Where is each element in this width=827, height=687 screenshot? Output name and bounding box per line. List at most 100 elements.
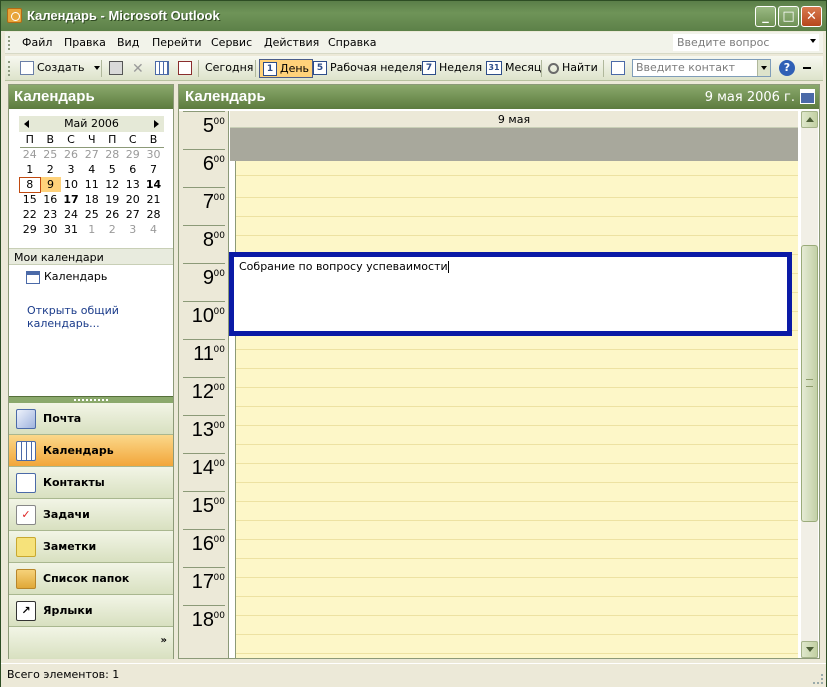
nav-button-shortcuts[interactable]: ↗ Ярлыки — [9, 595, 173, 627]
help-icon[interactable]: ? — [779, 60, 795, 76]
new-button[interactable]: Создать — [17, 59, 103, 78]
date-navigator-day[interactable]: 1 — [81, 222, 102, 237]
date-navigator-day[interactable]: 13 — [123, 177, 144, 192]
today-button[interactable]: Сегодня — [202, 59, 256, 78]
outlook-app-icon[interactable] — [7, 8, 22, 23]
date-navigator-day[interactable]: 27 — [123, 207, 144, 222]
find-button[interactable]: Найти — [545, 59, 601, 78]
menu-actions[interactable]: Действия — [264, 36, 319, 49]
date-navigator-day[interactable]: 25 — [81, 207, 102, 222]
date-navigator-day[interactable]: 3 — [61, 162, 82, 177]
nav-button-folder-list[interactable]: Список папок — [9, 563, 173, 595]
date-navigator-day[interactable]: 2 — [102, 222, 123, 237]
day-column[interactable]: 9 мая — [230, 111, 798, 658]
date-navigator-day[interactable]: 12 — [102, 177, 123, 192]
date-navigator-day[interactable]: 26 — [102, 207, 123, 222]
date-navigator-day[interactable]: 25 — [40, 147, 61, 162]
date-navigator-day[interactable]: 9 — [40, 177, 61, 192]
date-navigator-day[interactable]: 28 — [102, 147, 123, 162]
week-view-button[interactable]: 7 Неделя — [419, 59, 485, 78]
close-button[interactable]: ✕ — [801, 6, 822, 27]
calendar-folder-item[interactable]: Календарь — [26, 270, 107, 284]
date-navigator-day[interactable]: 30 — [40, 222, 61, 237]
date-navigator-day[interactable]: 17 — [61, 192, 82, 207]
date-navigator-day[interactable]: 16 — [40, 192, 61, 207]
minimize-button[interactable]: _ — [755, 6, 776, 27]
ask-dropdown-icon[interactable] — [810, 39, 816, 43]
menu-help[interactable]: Справка — [328, 36, 376, 49]
appointment-subject[interactable]: Собрание по вопросу успеваимости — [239, 260, 449, 273]
date-navigator-day[interactable]: 5 — [102, 162, 123, 177]
date-navigator-day[interactable]: 11 — [81, 177, 102, 192]
title-bar[interactable]: Календарь - Microsoft Outlook _ □ ✕ — [1, 1, 826, 31]
toolbar-options-icon[interactable] — [803, 67, 811, 69]
nav-button-contacts[interactable]: Контакты — [9, 467, 173, 499]
date-navigator-day[interactable]: 15 — [20, 192, 41, 207]
contact-dropdown-icon[interactable] — [757, 60, 770, 76]
date-navigator-day[interactable]: 7 — [143, 162, 164, 177]
menu-edit[interactable]: Правка — [64, 36, 106, 49]
date-navigator-day[interactable]: 21 — [143, 192, 164, 207]
my-calendars-header[interactable]: Мои календари — [9, 248, 173, 265]
date-navigator-day[interactable]: 4 — [81, 162, 102, 177]
find-contact-input[interactable]: Введите контакт — [632, 59, 771, 77]
previous-month-icon[interactable] — [24, 120, 29, 128]
date-navigator-day[interactable]: 30 — [143, 147, 164, 162]
date-navigator-day[interactable]: 3 — [123, 222, 144, 237]
date-navigator-day[interactable]: 14 — [143, 177, 164, 192]
date-navigator-day[interactable]: 22 — [20, 207, 41, 222]
print-button[interactable] — [106, 59, 129, 78]
date-navigator-day[interactable]: 24 — [20, 147, 41, 162]
appointment[interactable]: Собрание по вопросу успеваимости — [229, 252, 792, 336]
time-slots[interactable] — [236, 161, 798, 658]
maximize-button[interactable]: □ — [778, 6, 799, 27]
date-navigator-day[interactable]: 19 — [102, 192, 123, 207]
scroll-down-button[interactable] — [801, 641, 818, 658]
date-navigator-day[interactable]: 28 — [143, 207, 164, 222]
workweek-view-button[interactable]: 5 Рабочая неделя — [310, 59, 425, 78]
date-navigator-day[interactable]: 10 — [61, 177, 82, 192]
month-view-button[interactable]: 31 Месяц — [483, 59, 544, 78]
resize-grip-icon[interactable] — [813, 674, 823, 684]
menu-file[interactable]: Файл — [22, 36, 52, 49]
date-navigator-day[interactable]: 18 — [81, 192, 102, 207]
new-dropdown-icon[interactable] — [94, 66, 100, 70]
open-shared-calendar-link[interactable]: Открыть общий календарь... — [27, 304, 173, 330]
address-book-toolbar-button[interactable] — [608, 59, 631, 78]
date-navigator-day[interactable]: 4 — [143, 222, 164, 237]
ask-question-input[interactable]: Введите вопрос — [673, 34, 819, 51]
menu-view[interactable]: Вид — [117, 36, 139, 49]
toolbar-grip-icon[interactable] — [8, 61, 11, 76]
vertical-scrollbar[interactable] — [801, 111, 818, 658]
date-navigator-day[interactable]: 2 — [40, 162, 61, 177]
scroll-up-button[interactable] — [801, 111, 818, 128]
nav-button-calendar[interactable]: Календарь — [9, 435, 173, 467]
delete-button[interactable]: ✕ — [129, 59, 147, 78]
nav-pane-splitter[interactable] — [9, 396, 173, 403]
day-column-header[interactable]: 9 мая — [230, 111, 798, 128]
next-month-icon[interactable] — [154, 120, 159, 128]
address-book-button[interactable] — [175, 59, 198, 78]
menubar-grip-icon[interactable] — [8, 36, 11, 50]
date-navigator-day[interactable]: 20 — [123, 192, 144, 207]
all-day-event-area[interactable] — [230, 128, 798, 161]
date-navigator-day[interactable]: 27 — [81, 147, 102, 162]
menu-tools[interactable]: Сервис — [211, 36, 252, 49]
go-to-button[interactable] — [152, 59, 175, 78]
nav-button-tasks[interactable]: ✓ Задачи — [9, 499, 173, 531]
day-view-button[interactable]: 1 День — [259, 59, 314, 78]
date-navigator-day[interactable]: 29 — [20, 222, 41, 237]
nav-button-notes[interactable]: Заметки — [9, 531, 173, 563]
date-navigator-day[interactable]: 26 — [61, 147, 82, 162]
scroll-thumb[interactable] — [801, 245, 818, 522]
date-navigator-day[interactable]: 8 — [19, 176, 41, 193]
nav-button-mail[interactable]: Почта — [9, 403, 173, 435]
date-navigator-day[interactable]: 29 — [123, 147, 144, 162]
date-navigator-day[interactable]: 24 — [61, 207, 82, 222]
date-navigator-day[interactable]: 31 — [61, 222, 82, 237]
date-navigator-day[interactable]: 23 — [40, 207, 61, 222]
menu-go[interactable]: Перейти — [152, 36, 202, 49]
date-navigator-day[interactable]: 1 — [20, 162, 41, 177]
configure-buttons-icon[interactable]: » — [161, 635, 167, 646]
date-navigator-day[interactable]: 6 — [123, 162, 144, 177]
